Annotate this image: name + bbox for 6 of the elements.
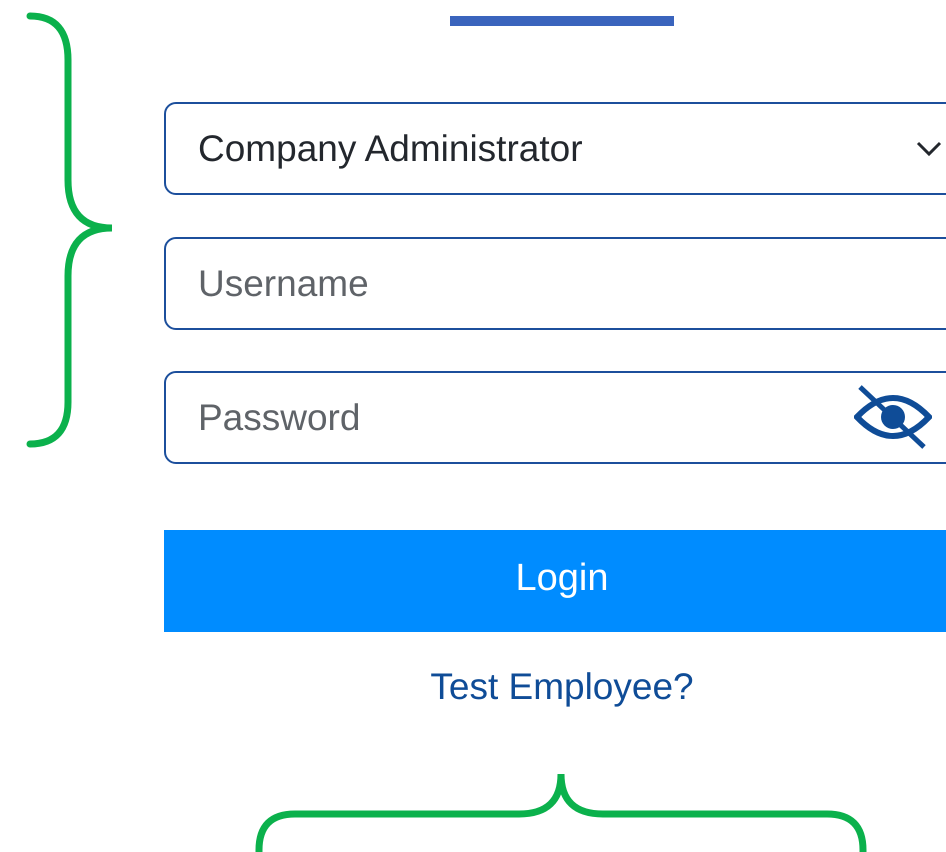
role-select[interactable]: Company Administrator	[164, 102, 946, 195]
chevron-down-icon	[916, 140, 942, 156]
eye-slash-icon[interactable]	[854, 384, 932, 450]
password-field[interactable]: Password	[164, 371, 946, 464]
username-field[interactable]: Username	[164, 237, 946, 330]
test-employee-link[interactable]: Test Employee?	[430, 666, 694, 708]
